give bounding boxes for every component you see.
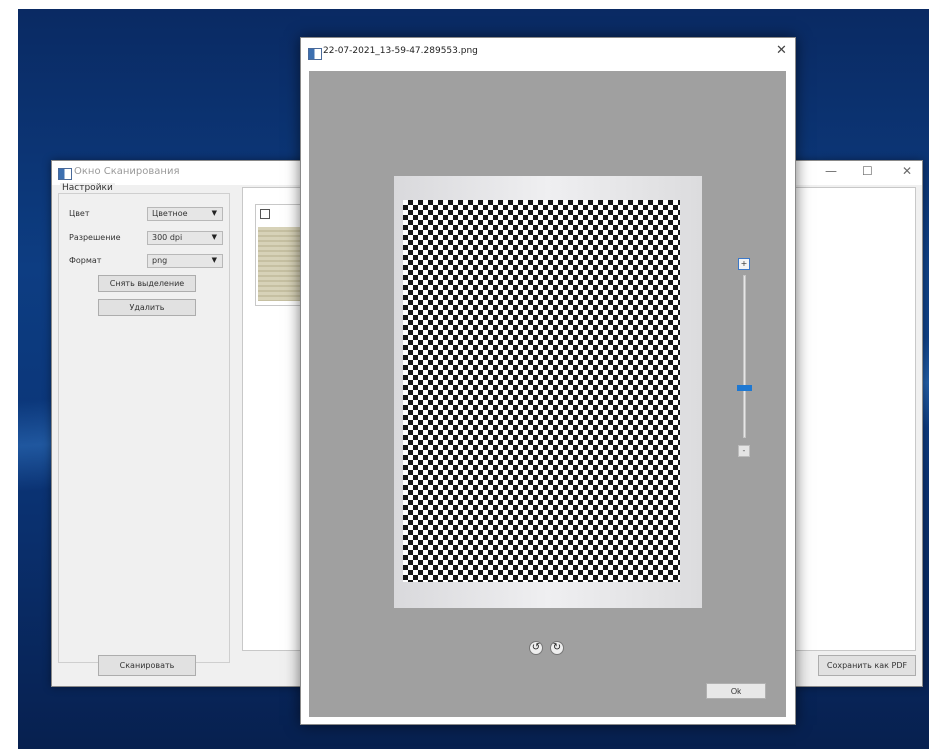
minimize-icon[interactable]: — <box>825 164 837 178</box>
resolution-select-value: 300 dpi <box>152 233 183 242</box>
format-label: Формат <box>69 256 102 265</box>
color-select[interactable]: Цветное ▼ <box>147 207 223 221</box>
format-select-value: png <box>152 256 168 265</box>
resolution-label: Разрешение <box>69 233 121 242</box>
chevron-down-icon: ▼ <box>211 209 217 217</box>
chevron-down-icon: ▼ <box>211 233 217 241</box>
image-viewer-area[interactable]: + - ↺ ↻ Ok <box>309 71 786 717</box>
ok-button[interactable]: Ok <box>706 683 766 699</box>
rotate-left-icon[interactable]: ↺ <box>529 641 543 655</box>
settings-group-title: Настройки <box>60 183 115 193</box>
app-icon <box>308 48 322 60</box>
zoom-in-button[interactable]: + <box>738 258 750 270</box>
deselect-button[interactable]: Снять выделение <box>98 275 196 292</box>
page-thumbnail-image <box>258 227 306 301</box>
scanned-page-image <box>394 176 702 608</box>
zoom-slider-handle[interactable] <box>737 384 752 391</box>
color-select-value: Цветное <box>152 209 188 218</box>
zoom-slider-track[interactable] <box>743 275 746 438</box>
delete-button[interactable]: Удалить <box>98 299 196 316</box>
scan-button[interactable]: Сканировать <box>98 655 196 676</box>
chevron-down-icon: ▼ <box>211 256 217 264</box>
color-label: Цвет <box>69 209 90 218</box>
rotate-right-icon[interactable]: ↻ <box>550 641 564 655</box>
page-select-checkbox[interactable] <box>260 209 270 219</box>
resolution-select[interactable]: 300 dpi ▼ <box>147 231 223 245</box>
save-as-pdf-button[interactable]: Сохранить как PDF <box>818 655 916 676</box>
zoom-out-button[interactable]: - <box>738 445 750 457</box>
image-viewer-dialog: 22-07-2021_13-59-47.289553.png ✕ + - ↺ ↻… <box>300 37 796 725</box>
image-dialog-title: 22-07-2021_13-59-47.289553.png <box>323 46 478 56</box>
format-select[interactable]: png ▼ <box>147 254 223 268</box>
app-icon <box>58 168 72 180</box>
close-icon[interactable]: ✕ <box>902 164 912 178</box>
scan-window-title: Окно Сканирования <box>74 166 180 177</box>
close-icon[interactable]: ✕ <box>776 43 787 58</box>
maximize-icon[interactable]: ☐ <box>862 164 873 178</box>
checkerboard-pattern <box>403 200 680 582</box>
